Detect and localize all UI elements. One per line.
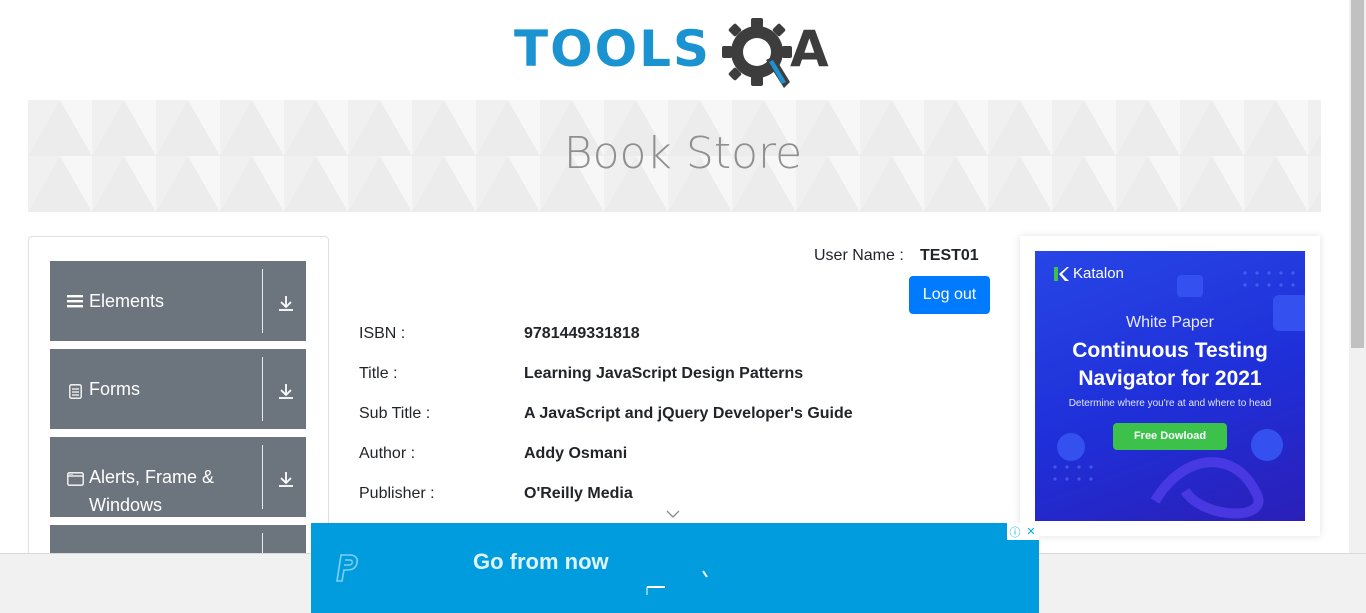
sidebar-group-forms[interactable]: Forms [50,349,306,429]
ad-close-icon[interactable]: ✕ [1023,523,1039,540]
logo-text-a: A [790,20,829,78]
author-label: Author : [359,445,416,462]
ad-kicker: White Paper [1125,314,1215,331]
katalon-logo-icon [1054,266,1069,281]
ad-info-icon[interactable]: ⓘ [1007,523,1023,540]
ad-headline-line2: Navigator for 2021 [1078,367,1262,390]
logo-text-tools: TOOLS [514,20,711,78]
ad-headline: Continuous Testing Navigator for 2021 [1035,337,1305,393]
subtitle-label: Sub Title : [359,405,431,422]
hamburger-icon [66,292,84,310]
ad-brand-name: Katalon [1073,265,1124,282]
document-icon [66,382,84,400]
sidebar-group-label: Alerts, Frame & Windows [89,467,215,515]
ad-subtext: Determine where you're at and where to h… [1068,398,1272,409]
publisher-value: O'Reilly Media [524,485,633,502]
download-icon [279,472,293,487]
publisher-label: Publisher : [359,485,435,502]
author-value: Addy Osmani [524,445,628,462]
ad-brand: Katalon [1053,265,1124,282]
title-value: Learning JavaScript Design Patterns [524,365,804,382]
user-name-value: TEST01 [920,247,979,264]
paypal-logo-icon [336,554,359,582]
sidebar-group-elements[interactable]: Elements [50,261,306,341]
page: TOOLS A Book Store Elements Forms Alerts… [0,0,1366,613]
divider [262,269,263,333]
window-icon [66,470,84,488]
isbn-label: ISBN : [359,325,406,342]
ad-headline-line1: Continuous Testing [1072,339,1268,362]
download-icon [279,384,293,399]
ad-bottom-text: Go from now [473,549,609,574]
toolsqa-logo[interactable]: TOOLS A [514,14,840,92]
divider [262,445,263,509]
isbn-value: 9781449331818 [524,325,640,342]
logout-button[interactable]: Log out [909,276,990,314]
ad-controls: ⓘ ✕ [1007,523,1039,540]
ad-cta-button[interactable]: Free Dowload [1113,423,1227,450]
ad-paypal[interactable]: Go from now ⓘ ✕ [311,523,1039,613]
divider [262,357,263,421]
title-label: Title : [359,365,398,382]
page-title: Book Store [563,128,803,179]
gear-magnifier-icon [722,18,792,88]
download-icon [279,296,293,311]
ad-katalon[interactable]: Katalon White Paper Continuous Testing N… [1035,251,1305,521]
ad-loading-marks [646,570,708,595]
subtitle-value: A JavaScript and jQuery Developer's Guid… [524,405,853,422]
sidebar-group-label: Forms [89,379,140,399]
chevron-down-icon[interactable] [666,509,680,519]
user-name-label: User Name : [814,247,904,264]
sidebar-group-label: Elements [89,291,165,311]
sidebar-group-alerts[interactable]: Alerts, Frame & Windows [50,437,306,517]
